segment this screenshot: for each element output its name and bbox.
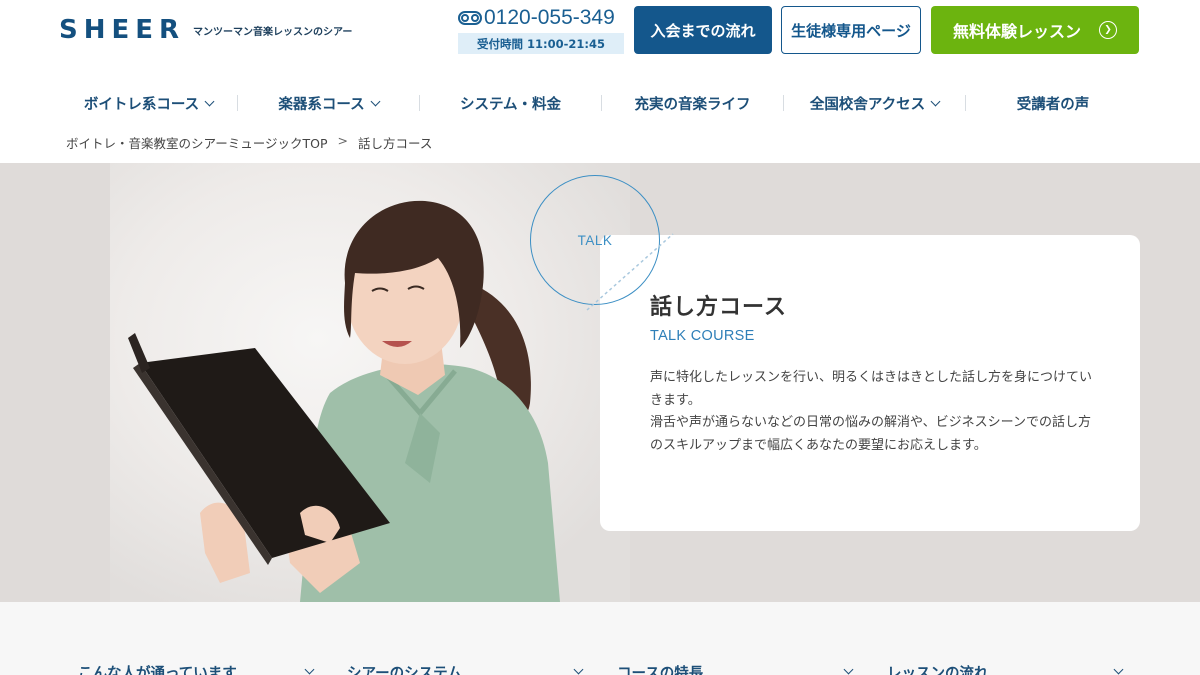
hero-section: TALK 話し方コース TALK COURSE 声に特化したレッスンを行い、明る…	[0, 163, 1200, 602]
course-description: 声に特化したレッスンを行い、明るくはきはきとした話し方を身につけていきます。 滑…	[650, 367, 1100, 457]
description-paragraph: 滑舌や声が通らないなどの日常の悩みの解消や、ビジネスシーンでの話し方のスキルアッ…	[650, 415, 1091, 453]
logo-tagline: マンツーマン音楽レッスンのシアー	[193, 26, 353, 38]
breadcrumb: ボイトレ・音楽教室のシアーミュージックTOP > 話し方コース	[66, 133, 432, 152]
nav-item-school-access[interactable]: 全国校舎アクセス	[784, 88, 965, 118]
tab-label: レッスンの流れ	[887, 665, 989, 675]
breadcrumb-home-link[interactable]: ボイトレ・音楽教室のシアーミュージックTOP	[66, 133, 328, 152]
nav-item-label: 楽器系コース	[278, 96, 365, 113]
nav-item-instrument[interactable]: 楽器系コース	[238, 88, 419, 118]
nav-item-label: 全国校舎アクセス	[809, 96, 926, 113]
chevron-down-icon	[370, 96, 381, 106]
free-trial-label: 無料体験レッスン	[952, 22, 1081, 41]
tab-features[interactable]: コースの特長	[617, 662, 857, 675]
tab-label: シアーのシステム	[347, 665, 462, 675]
chevron-down-icon	[573, 664, 584, 675]
site-header: SHEER マンツーマン音楽レッスンのシアー 0120-055-349 受付時間…	[0, 0, 1200, 163]
nav-item-label: システム・料金	[459, 96, 562, 113]
description-paragraph: 声に特化したレッスンを行い、明るくはきはきとした話し方を身につけていきます。	[650, 370, 1093, 408]
logo-wordmark: SHEER	[59, 15, 186, 45]
main-nav: ボイトレ系コース 楽器系コース システム・料金 充実の音楽ライフ 全国校舎アクセ…	[60, 88, 1140, 118]
dashed-connector	[586, 233, 674, 311]
chevron-down-icon	[930, 96, 941, 106]
tab-label: コースの特長	[617, 665, 704, 675]
free-dial-icon	[458, 11, 482, 25]
page-subtitle: TALK COURSE	[650, 328, 755, 344]
nav-item-label: ボイトレ系コース	[83, 96, 200, 113]
chevron-down-icon	[204, 96, 215, 106]
section-tabs: こんな人が通っています シアーのシステム コースの特長 レッスンの流れ	[0, 602, 1200, 675]
phone-contact: 0120-055-349 受付時間 11:00-21:45	[458, 6, 624, 54]
student-page-button[interactable]: 生徒様専用ページ	[781, 6, 921, 54]
chevron-down-icon	[1113, 664, 1124, 675]
chevron-down-icon	[843, 664, 854, 675]
tab-students[interactable]: こんな人が通っています	[78, 662, 318, 675]
reception-hours: 受付時間 11:00-21:45	[458, 33, 624, 54]
tab-label: こんな人が通っています	[78, 665, 237, 675]
tab-system[interactable]: シアーのシステム	[347, 662, 587, 675]
site-logo[interactable]: SHEER マンツーマン音楽レッスンのシアー	[59, 17, 352, 43]
chevron-right-circle-icon: ❯	[1099, 21, 1117, 39]
nav-item-system-pricing[interactable]: システム・料金	[420, 88, 601, 118]
free-trial-button[interactable]: 無料体験レッスン ❯	[931, 6, 1139, 54]
nav-item-label: 充実の音楽ライフ	[634, 96, 751, 113]
chevron-down-icon	[304, 664, 315, 675]
course-info-card: 話し方コース TALK COURSE 声に特化したレッスンを行い、明るくはきはき…	[600, 235, 1140, 531]
nav-item-music-life[interactable]: 充実の音楽ライフ	[602, 88, 783, 118]
breadcrumb-current: 話し方コース	[358, 136, 433, 151]
nav-item-testimonials[interactable]: 受講者の声	[966, 88, 1140, 118]
phone-number-link[interactable]: 0120-055-349	[484, 6, 615, 30]
enrollment-flow-button[interactable]: 入会までの流れ	[634, 6, 772, 54]
nav-item-label: 受講者の声	[1016, 96, 1090, 113]
nav-item-voice-training[interactable]: ボイトレ系コース	[60, 88, 237, 118]
tab-lesson-flow[interactable]: レッスンの流れ	[887, 662, 1127, 675]
breadcrumb-separator: >	[337, 133, 348, 148]
